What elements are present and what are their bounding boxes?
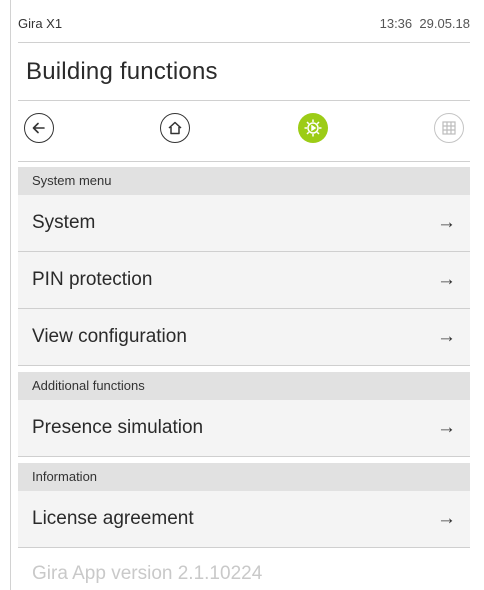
arrow-right-icon: → [437,326,456,347]
arrow-right-icon: → [437,269,456,290]
date-value: 29.05.18 [419,16,470,31]
nav-bar [18,100,470,162]
clock: 13:36 29.05.18 [380,16,470,31]
time-value: 13:36 [379,16,413,31]
gear-icon [304,119,322,137]
list-item-system[interactable]: System → [18,195,470,252]
list-item-view-configuration[interactable]: View configuration → [18,309,470,366]
page-title: Building functions [26,58,218,85]
list-item-label: System [32,212,96,233]
list-item-pin-protection[interactable]: PIN protection → [18,252,470,309]
list-item-license-agreement[interactable]: License agreement → [18,491,470,548]
section-header-additional-functions: Additional functions [18,372,470,400]
list-item-label: License agreement [32,508,194,529]
home-button[interactable] [160,113,190,143]
status-bar: Gira X1 13:36 29.05.18 [18,16,470,43]
settings-button[interactable] [298,113,328,143]
list-item-label: PIN protection [32,269,153,290]
list-item-label: Presence simulation [32,417,204,438]
list-item-presence-simulation[interactable]: Presence simulation → [18,400,470,457]
section-header-system-menu: System menu [18,167,470,195]
settings-list: System menu System → PIN protection → Vi… [18,167,470,588]
section-header-information: Information [18,463,470,491]
grid-icon [442,121,456,135]
list-item-label: View configuration [32,326,187,347]
arrow-right-icon: → [437,212,456,233]
device-name: Gira X1 [18,16,63,31]
home-icon [168,121,182,135]
grid-view-button[interactable] [434,113,464,143]
app-version-text: Gira App version 2.1.10224 [32,563,263,584]
arrow-left-icon [32,122,45,134]
arrow-right-icon: → [437,508,456,529]
arrow-right-icon: → [437,417,456,438]
back-button[interactable] [24,113,54,143]
